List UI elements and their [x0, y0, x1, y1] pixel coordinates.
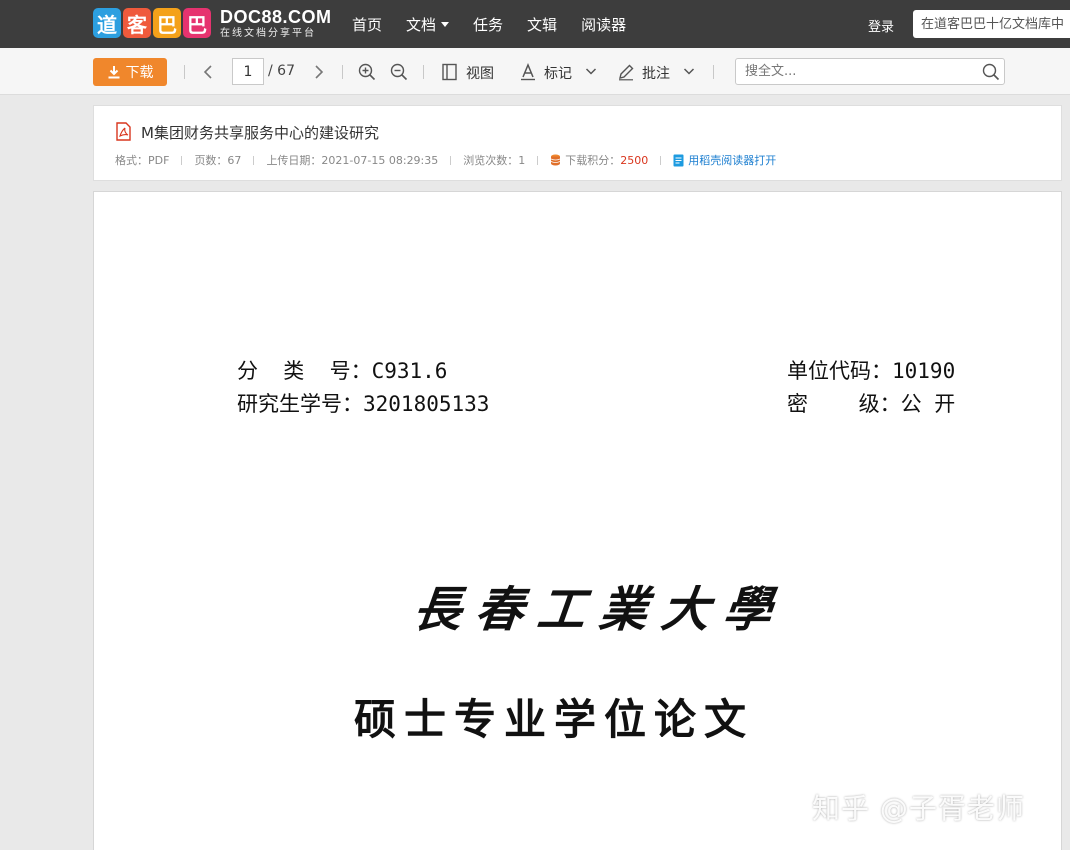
divider: [181, 155, 183, 165]
fulltext-search-input[interactable]: [736, 59, 966, 84]
logo-tile: 客: [123, 8, 151, 38]
chevron-down-icon[interactable]: [683, 67, 695, 76]
nav-item-collections[interactable]: 文辑: [527, 14, 557, 35]
mark-button[interactable]: 标记: [544, 63, 572, 83]
view-count-info: 浏览次数：1: [463, 154, 526, 167]
document-icon: [673, 154, 684, 166]
nav-item-label: 文辑: [527, 15, 558, 34]
logo-domain: DOC88.COM: [220, 7, 332, 27]
logo-tile: 巴: [153, 8, 181, 38]
divider: [713, 65, 714, 79]
divider: [537, 155, 539, 165]
download-label: 下载: [125, 65, 154, 81]
divider: [660, 155, 662, 165]
nav-item-docs[interactable]: 文档: [406, 14, 450, 35]
nav-item-tasks[interactable]: 任务: [473, 14, 503, 35]
zoom-in-icon[interactable]: [358, 63, 376, 81]
logo-slogan: 在线文档分享平台: [220, 28, 316, 39]
login-link[interactable]: 登录: [868, 16, 894, 35]
document-title: M集团财务共享服务中心的建设研究: [141, 124, 379, 142]
site-logo[interactable]: 道 客 巴 巴: [93, 8, 211, 38]
page-number-input[interactable]: [232, 58, 264, 85]
classification-number: 分 类 号：C931.6: [237, 359, 448, 383]
chevron-down-icon[interactable]: [585, 67, 597, 76]
university-name: 長春工業大學: [410, 582, 789, 638]
previous-page-icon[interactable]: [201, 64, 215, 80]
document-page: 分 类 号：C931.6 研究生学号：3201805133 单位代码：10190…: [93, 191, 1062, 850]
document-info-card: M集团财务共享服务中心的建设研究 格式：PDF 页数：67 上传日期：2021-…: [93, 105, 1062, 181]
site-search-input[interactable]: [913, 10, 1070, 38]
document-meta: 格式：PDF 页数：67 上传日期：2021-07-15 08:29:35 浏览…: [115, 152, 776, 168]
divider: [184, 65, 185, 79]
nav-item-home[interactable]: 首页: [352, 14, 382, 35]
divider: [423, 65, 424, 79]
reader-toolbar: 下载 / 67 视图 标记 批注: [0, 48, 1070, 95]
unit-code: 单位代码：10190: [787, 359, 956, 383]
divider: [342, 65, 343, 79]
upload-date-info: 上传日期：2021-07-15 08:29:35: [266, 154, 439, 167]
page-total: / 67: [268, 63, 295, 79]
logo-tile: 巴: [183, 8, 211, 38]
fulltext-search-box: [735, 58, 1005, 85]
nav-item-label: 任务: [473, 15, 504, 34]
highlight-marker-icon[interactable]: [519, 63, 537, 81]
download-button[interactable]: 下载: [93, 58, 167, 86]
watermark: 知乎 @子胥老师: [812, 792, 1025, 825]
main-nav: 首页 文档 任务 文辑 阅读器: [352, 0, 650, 48]
view-mode-button[interactable]: 视图: [466, 63, 494, 83]
view-mode-icon[interactable]: [441, 63, 458, 81]
nav-item-label: 文档: [406, 15, 437, 34]
pdf-file-icon: [116, 122, 131, 141]
download-icon: [108, 66, 119, 79]
download-points-value: 2500: [620, 153, 649, 167]
logo-text[interactable]: DOC88.COM 在线文档分享平台: [220, 7, 332, 40]
top-navbar: 道 客 巴 巴 DOC88.COM 在线文档分享平台 首页 文档 任务 文辑 阅…: [0, 0, 1070, 48]
download-points-label: 下载积分：: [565, 154, 621, 167]
nav-item-label: 阅读器: [581, 15, 627, 34]
logo-tile: 道: [93, 8, 121, 38]
nav-item-reader[interactable]: 阅读器: [581, 14, 626, 35]
secret-level: 密 级：公 开: [787, 392, 956, 416]
degree-title: 硕士专业学位论文: [354, 695, 755, 744]
next-page-icon[interactable]: [312, 64, 326, 80]
pen-icon[interactable]: [617, 63, 635, 81]
coins-icon: [551, 154, 561, 166]
divider: [253, 155, 255, 165]
divider: [450, 155, 452, 165]
student-number: 研究生学号：3201805133: [237, 392, 490, 416]
annotate-button[interactable]: 批注: [642, 63, 670, 83]
page-count-info: 页数：67: [194, 154, 242, 167]
open-in-reader-link[interactable]: 用稻壳阅读器打开: [688, 152, 776, 168]
zoom-out-icon[interactable]: [390, 63, 408, 81]
chevron-down-icon: [441, 21, 450, 27]
nav-item-label: 首页: [352, 15, 383, 34]
search-icon[interactable]: [982, 63, 1000, 81]
format-info: 格式：PDF: [115, 154, 170, 167]
